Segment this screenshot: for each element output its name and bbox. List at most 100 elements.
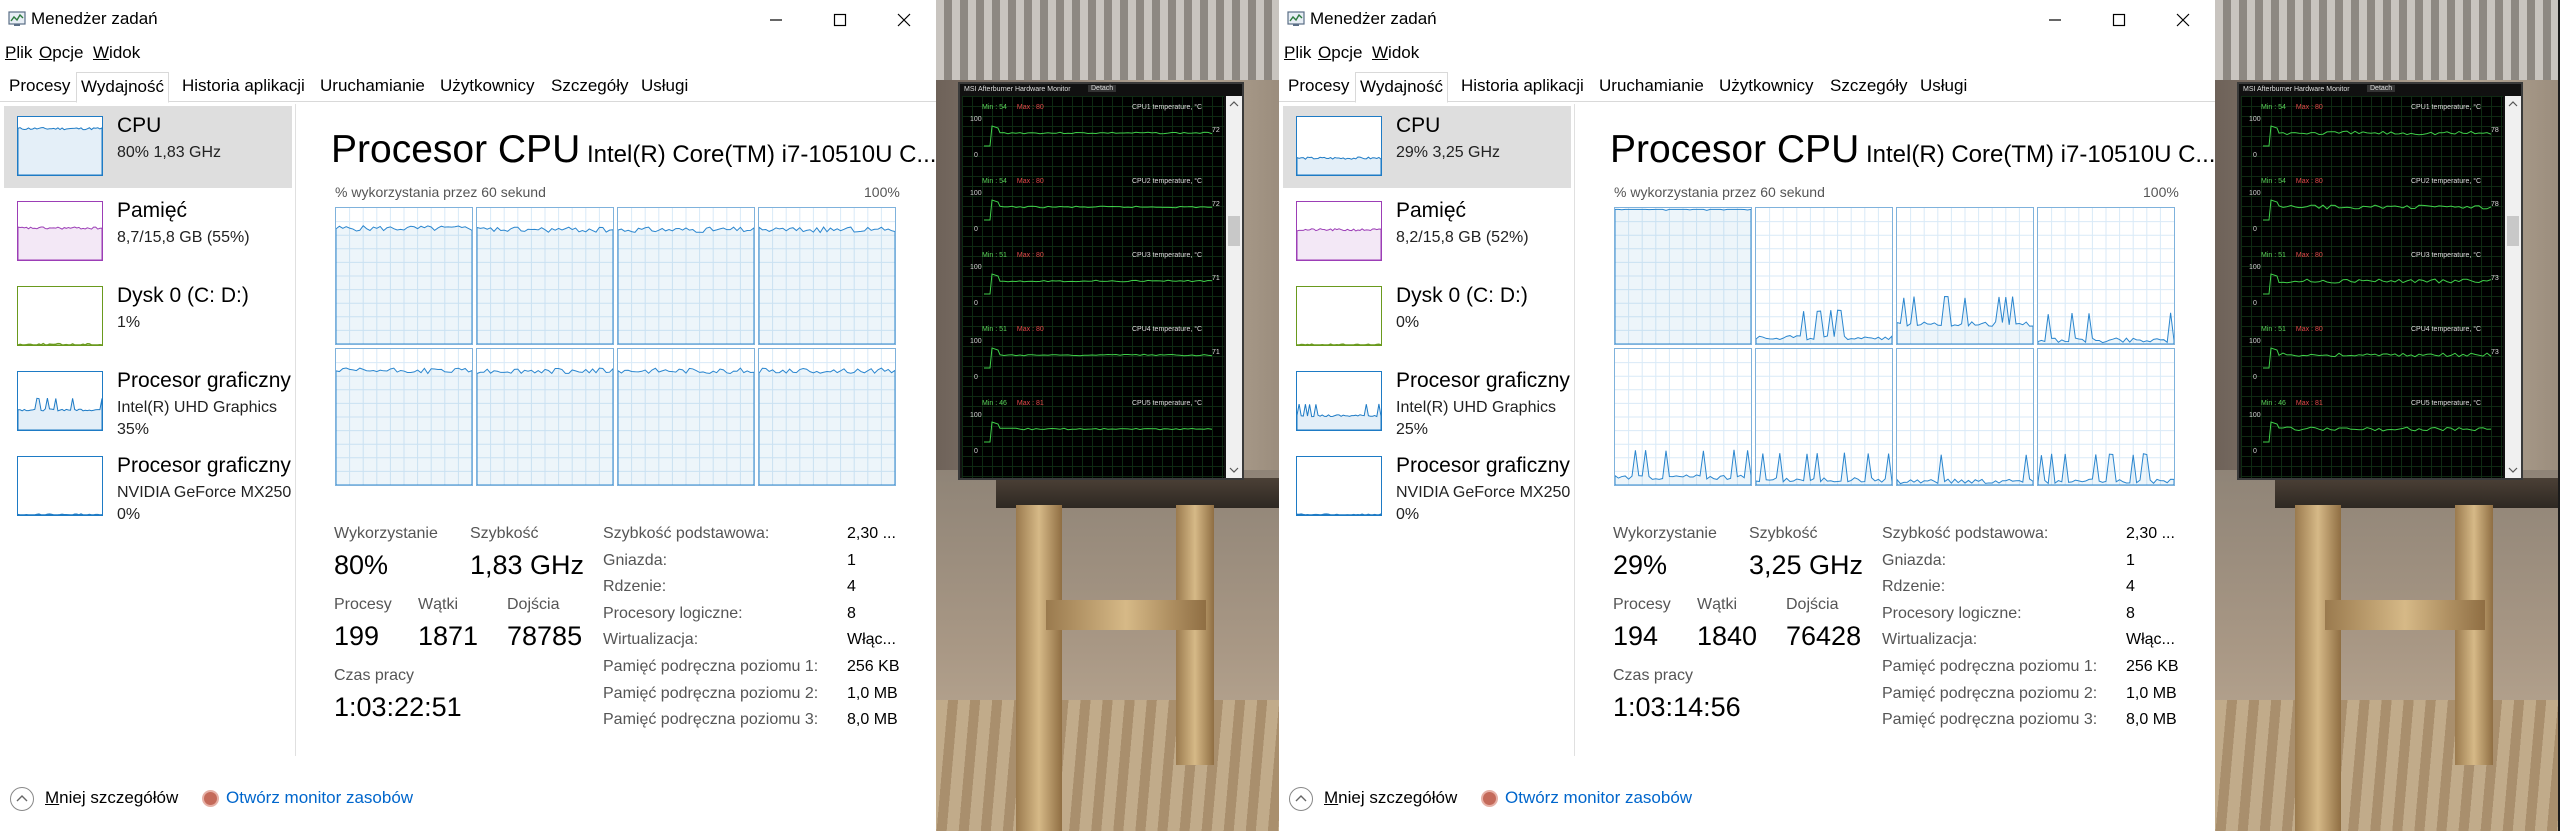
open-resource-monitor-link[interactable]: Otwórz monitor zasobów bbox=[1505, 788, 1692, 808]
sidebar-item-gpu-1[interactable]: Procesor graficzny Intel(R) UHD Graphics 3… bbox=[4, 361, 292, 443]
sidebar-thumbnail-graph bbox=[17, 286, 103, 346]
msi-scale-min: 0 bbox=[2253, 448, 2257, 455]
msi-detach-button[interactable]: Detach bbox=[1088, 85, 1117, 92]
msi-scale-max: 100 bbox=[2249, 190, 2261, 197]
chair-rail bbox=[1046, 600, 1206, 630]
background-photo: MSI Afterburner Hardware Monitor Detach … bbox=[2215, 0, 2558, 831]
msi-scrollbar[interactable] bbox=[2505, 96, 2521, 478]
spec-value: 8,0 MB bbox=[847, 711, 898, 729]
window-blinds bbox=[2215, 0, 2558, 80]
title-bar[interactable]: Menedżer zadań bbox=[1279, 0, 2215, 40]
tab-wydajnosc[interactable]: Wydajność bbox=[1355, 72, 1448, 103]
tab-uslugi[interactable]: Usługi bbox=[641, 74, 688, 100]
cpu-details-pane: Procesor CPU Intel(R) Core(TM) i7-10510U… bbox=[297, 104, 936, 756]
screen-left: Menedżer zadań Plik Opcje Widok Procesy … bbox=[0, 0, 1279, 831]
window-title: Menedżer zadań bbox=[1310, 9, 1437, 28]
menu-plik[interactable]: Plik bbox=[5, 43, 32, 63]
minimize-button[interactable] bbox=[744, 0, 808, 40]
msi-detach-button[interactable]: Detach bbox=[2367, 85, 2396, 92]
resource-sidebar: CPU 80% 1,83 GHz Pamięć 8,7/15,8 GB (55%) Dy… bbox=[0, 104, 296, 756]
msi-afterburner-monitor[interactable]: MSI Afterburner Hardware Monitor Detach … bbox=[2237, 82, 2523, 480]
sidebar-item-memory[interactable]: Pamięć 8,7/15,8 GB (55%) bbox=[4, 191, 292, 273]
menu-widok[interactable]: Widok bbox=[93, 43, 140, 63]
tab-szczegoly[interactable]: Szczegóły bbox=[1830, 74, 1907, 100]
spec-value: 1 bbox=[847, 551, 856, 569]
handles-value: 78785 bbox=[507, 621, 583, 651]
collapse-details-icon[interactable] bbox=[10, 787, 34, 811]
msi-scale-min: 0 bbox=[974, 374, 978, 381]
msi-scale-min: 0 bbox=[2253, 374, 2257, 381]
speed-value: 1,83 GHz bbox=[470, 550, 585, 580]
msi-sensor-row: Min : 54 Max : 80 CPU2 temperature, °C 100 0… bbox=[962, 178, 1224, 250]
close-button[interactable] bbox=[2151, 0, 2215, 40]
sidebar-item-disk[interactable]: Dysk 0 (C: D:) 1% bbox=[4, 276, 292, 358]
footer-bar: Mniej szczegółów Otwórz monitor zasobów bbox=[1279, 778, 2215, 818]
menu-widok[interactable]: Widok bbox=[1372, 43, 1419, 63]
spec-value: 256 KB bbox=[2126, 658, 2179, 675]
tab-wydajnosc[interactable]: Wydajność bbox=[76, 72, 169, 103]
open-resource-monitor-link[interactable]: Otwórz monitor zasobów bbox=[226, 788, 413, 808]
sidebar-item-disk[interactable]: Dysk 0 (C: D:) 0% bbox=[1283, 276, 1571, 358]
sidebar-item-cpu[interactable]: CPU 29% 3,25 GHz bbox=[1283, 106, 1571, 188]
sidebar-item-name: Pamięć bbox=[117, 199, 188, 222]
spec-label: Pamięć podręczna poziomu 3: bbox=[603, 711, 819, 729]
msi-sensor-row: Min : 51 Max : 80 CPU3 temperature, °C 100 0… bbox=[2241, 252, 2503, 324]
sidebar-item-memory[interactable]: Pamięć 8,2/15,8 GB (52%) bbox=[1283, 191, 1571, 273]
logical-processor-graphs[interactable] bbox=[335, 207, 897, 489]
spec-label: Pamięć podręczna poziomu 1: bbox=[1882, 658, 2098, 675]
task-manager-app-icon bbox=[1287, 11, 1305, 26]
menu-plik[interactable]: Plik bbox=[1284, 43, 1311, 63]
fewer-details-link[interactable]: Mniej szczegółów bbox=[1324, 788, 1457, 808]
sidebar-item-name: CPU bbox=[117, 114, 162, 137]
maximize-button[interactable] bbox=[808, 0, 872, 40]
tab-uzytkownicy[interactable]: Użytkownicy bbox=[440, 74, 534, 100]
sidebar-thumbnail-graph bbox=[17, 116, 103, 176]
minimize-button[interactable] bbox=[2023, 0, 2087, 40]
tab-uslugi[interactable]: Usługi bbox=[1920, 74, 1967, 100]
msi-afterburner-monitor[interactable]: MSI Afterburner Hardware Monitor Detach … bbox=[958, 82, 1244, 480]
msi-sensor-label: CPU1 temperature, °C bbox=[1132, 104, 1203, 111]
tab-procesy[interactable]: Procesy bbox=[9, 74, 70, 100]
msi-scrollbar[interactable] bbox=[1226, 96, 1242, 478]
msi-sensor-label: CPU2 temperature, °C bbox=[1132, 178, 1203, 185]
uptime-label: Czas pracy bbox=[334, 667, 415, 684]
fewer-details-link[interactable]: Mniej szczegółów bbox=[45, 788, 178, 808]
msi-graph-area: Min : 54 Max : 80 CPU1 temperature, °C 100 0… bbox=[962, 96, 1224, 478]
sidebar-thumbnail-graph bbox=[17, 201, 103, 261]
msi-scale-min: 0 bbox=[974, 152, 978, 159]
sidebar-item-cpu[interactable]: CPU 80% 1,83 GHz bbox=[4, 106, 292, 188]
chair-leg bbox=[1016, 505, 1062, 831]
processes-label: Procesy bbox=[1613, 596, 1671, 613]
spec-label: Pamięć podręczna poziomu 2: bbox=[603, 684, 819, 702]
chair-leg bbox=[1176, 505, 1214, 765]
close-button[interactable] bbox=[872, 0, 936, 40]
spec-value: 1 bbox=[2126, 551, 2135, 569]
tab-historia-aplikacji[interactable]: Historia aplikacji bbox=[1461, 74, 1584, 100]
sidebar-item-gpu-1[interactable]: Procesor graficzny Intel(R) UHD Graphics 2… bbox=[1283, 361, 1571, 443]
menu-opcje[interactable]: Opcje bbox=[39, 43, 83, 63]
handles-value: 76428 bbox=[1786, 621, 1862, 651]
spec-value: 2,30 ... bbox=[2126, 525, 2175, 542]
sidebar-item-gpu-2[interactable]: Procesor graficzny NVIDIA GeForce MX250 0% bbox=[1283, 446, 1571, 528]
sidebar-item-detail: 1% bbox=[117, 314, 141, 331]
tab-historia-aplikacji[interactable]: Historia aplikacji bbox=[182, 74, 305, 100]
logical-processor-graphs[interactable] bbox=[1614, 207, 2176, 489]
menu-opcje[interactable]: Opcje bbox=[1318, 43, 1362, 63]
tab-uzytkownicy[interactable]: Użytkownicy bbox=[1719, 74, 1813, 100]
sidebar-item-detail: 8,7/15,8 GB (55%) bbox=[117, 229, 250, 246]
sidebar-item-gpu-2[interactable]: Procesor graficzny NVIDIA GeForce MX250 0% bbox=[4, 446, 292, 528]
tab-uruchamianie[interactable]: Uruchamianie bbox=[320, 74, 425, 100]
msi-max-value: Max : 80 bbox=[2295, 178, 2323, 185]
title-bar[interactable]: Menedżer zadań bbox=[0, 0, 936, 40]
msi-scale-max: 100 bbox=[2249, 264, 2261, 271]
msi-min-value: Min : 54 Max : 80 bbox=[2261, 178, 2323, 185]
msi-sensor-label: CPU3 temperature, °C bbox=[2411, 252, 2482, 259]
graph-caption: % wykorzystania przez 60 sekund bbox=[335, 184, 546, 200]
maximize-button[interactable] bbox=[2087, 0, 2151, 40]
collapse-details-icon[interactable] bbox=[1289, 787, 1313, 811]
tab-procesy[interactable]: Procesy bbox=[1288, 74, 1349, 100]
tab-szczegoly[interactable]: Szczegóły bbox=[551, 74, 628, 100]
task-manager-window: Menedżer zadań Plik Opcje Widok Procesy … bbox=[0, 0, 936, 831]
tab-uruchamianie[interactable]: Uruchamianie bbox=[1599, 74, 1704, 100]
msi-min-value: Min : 54 Max : 80 bbox=[982, 104, 1044, 111]
